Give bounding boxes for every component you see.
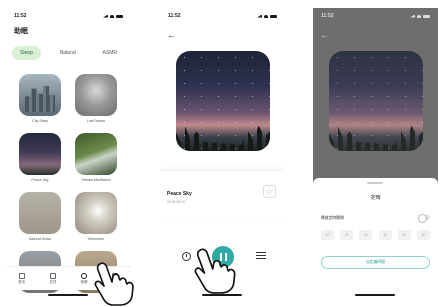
sound-grid: City Stray Lost Dream Peace Sky Stream M…: [19, 74, 119, 293]
lost-dream-thumbnail: [75, 74, 117, 116]
sound-caption: Lost Dream: [86, 119, 106, 123]
status-bar: 11:52: [168, 12, 277, 20]
minute-option[interactable]: 20: [340, 230, 354, 240]
tap-hand-icon: [194, 248, 236, 294]
status-bar: 11:52: [321, 12, 430, 20]
category-tabs: Sleep Natural ASMR: [12, 45, 125, 61]
sound-item-stream-meditation[interactable]: Stream Meditation: [75, 133, 117, 182]
sheet-title: 定時: [370, 195, 381, 201]
sound-caption: Peace Sky: [31, 178, 49, 182]
peace-sky-thumbnail: [19, 133, 61, 175]
natural-grass-thumbnail: [19, 192, 61, 234]
timer-switch-label: 播放定時關閉: [321, 216, 344, 220]
status-time: 11:52: [14, 13, 27, 19]
nav-sleep[interactable]: 助眠: [80, 272, 88, 285]
signal-icon: [257, 14, 262, 18]
sound-item-natural-grass[interactable]: Natural Grass: [19, 192, 61, 241]
status-icons: [257, 14, 277, 18]
stream-meditation-thumbnail: [75, 133, 117, 175]
minute-option[interactable]: 30: [359, 230, 373, 240]
moon-icon: [81, 272, 88, 279]
sound-caption: Memories: [88, 237, 104, 241]
nav-label: 首页: [18, 279, 26, 284]
album-artwork: [176, 51, 270, 151]
tap-hand-icon: [94, 262, 134, 306]
timer-toggle[interactable]: [418, 214, 430, 223]
wifi-icon: [417, 14, 421, 18]
sound-caption: City Stray: [32, 119, 48, 123]
home-icon: [18, 272, 25, 279]
album-artwork: [329, 51, 423, 151]
wifi-icon: [264, 14, 268, 18]
nav-discover[interactable]: 发现: [49, 272, 57, 285]
sound-item-lost-dream[interactable]: Lost Dream: [75, 74, 117, 123]
playlist-icon[interactable]: [256, 252, 266, 261]
battery-icon: [423, 14, 430, 18]
sound-caption: Stream Meditation: [81, 178, 111, 182]
wifi-icon: [110, 14, 114, 18]
memories-thumbnail: [75, 192, 117, 234]
status-icons: [410, 14, 430, 18]
favorite-star-icon[interactable]: ☆: [263, 185, 276, 198]
minute-option[interactable]: 90: [416, 230, 430, 240]
timer-icon[interactable]: [182, 252, 191, 261]
custom-time-button[interactable]: 自定義時間: [321, 256, 430, 269]
grid-icon: [49, 272, 56, 279]
tab-sleep[interactable]: Sleep: [12, 46, 41, 60]
back-arrow-icon[interactable]: ←: [320, 30, 329, 40]
battery-icon: [270, 14, 277, 18]
sound-caption: Natural Grass: [28, 237, 52, 241]
signal-icon: [410, 14, 415, 18]
track-time: 00:01/00:10: [167, 200, 186, 204]
back-arrow-icon[interactable]: ←: [167, 30, 176, 40]
status-bar: 11:52: [14, 12, 123, 20]
city-stray-thumbnail: [19, 74, 61, 116]
sheet-handle[interactable]: [367, 182, 383, 184]
minute-option[interactable]: 45: [378, 230, 392, 240]
home-indicator: [355, 294, 395, 296]
home-indicator: [202, 294, 242, 296]
status-time: 11:52: [168, 13, 181, 19]
minute-option[interactable]: 60: [397, 230, 411, 240]
tab-asmr[interactable]: ASMR: [95, 46, 125, 60]
track-info-card: Peace Sky 00:01/00:10 ☆: [160, 171, 285, 217]
battery-icon: [116, 14, 123, 18]
timer-sheet-screen: 11:52 ← 定時 播放定時關閉 10 20 30 45 60 90 自定義時…: [313, 8, 438, 300]
tab-natural[interactable]: Natural: [52, 46, 84, 60]
signal-icon: [103, 14, 108, 18]
timer-bottom-sheet: 定時 播放定時關閉 10 20 30 45 60 90 自定義時間: [313, 178, 438, 300]
home-indicator: [48, 294, 88, 296]
track-title: Peace Sky: [167, 191, 192, 197]
minute-options: 10 20 30 45 60 90: [321, 230, 430, 240]
sound-item-memories[interactable]: Memories: [75, 192, 117, 241]
page-title: 助眠: [14, 28, 28, 35]
status-time: 11:52: [321, 13, 334, 19]
minute-option[interactable]: 10: [321, 230, 334, 240]
nav-label: 助眠: [80, 279, 88, 284]
nav-home[interactable]: 首页: [18, 272, 26, 285]
sleep-library-screen: 11:52 助眠 Sleep Natural ASMR City Stray L…: [6, 8, 131, 300]
status-icons: [103, 14, 123, 18]
nav-label: 发现: [49, 279, 57, 284]
sound-item-peace-sky[interactable]: Peace Sky: [19, 133, 61, 182]
sound-item-city-stray[interactable]: City Stray: [19, 74, 61, 123]
